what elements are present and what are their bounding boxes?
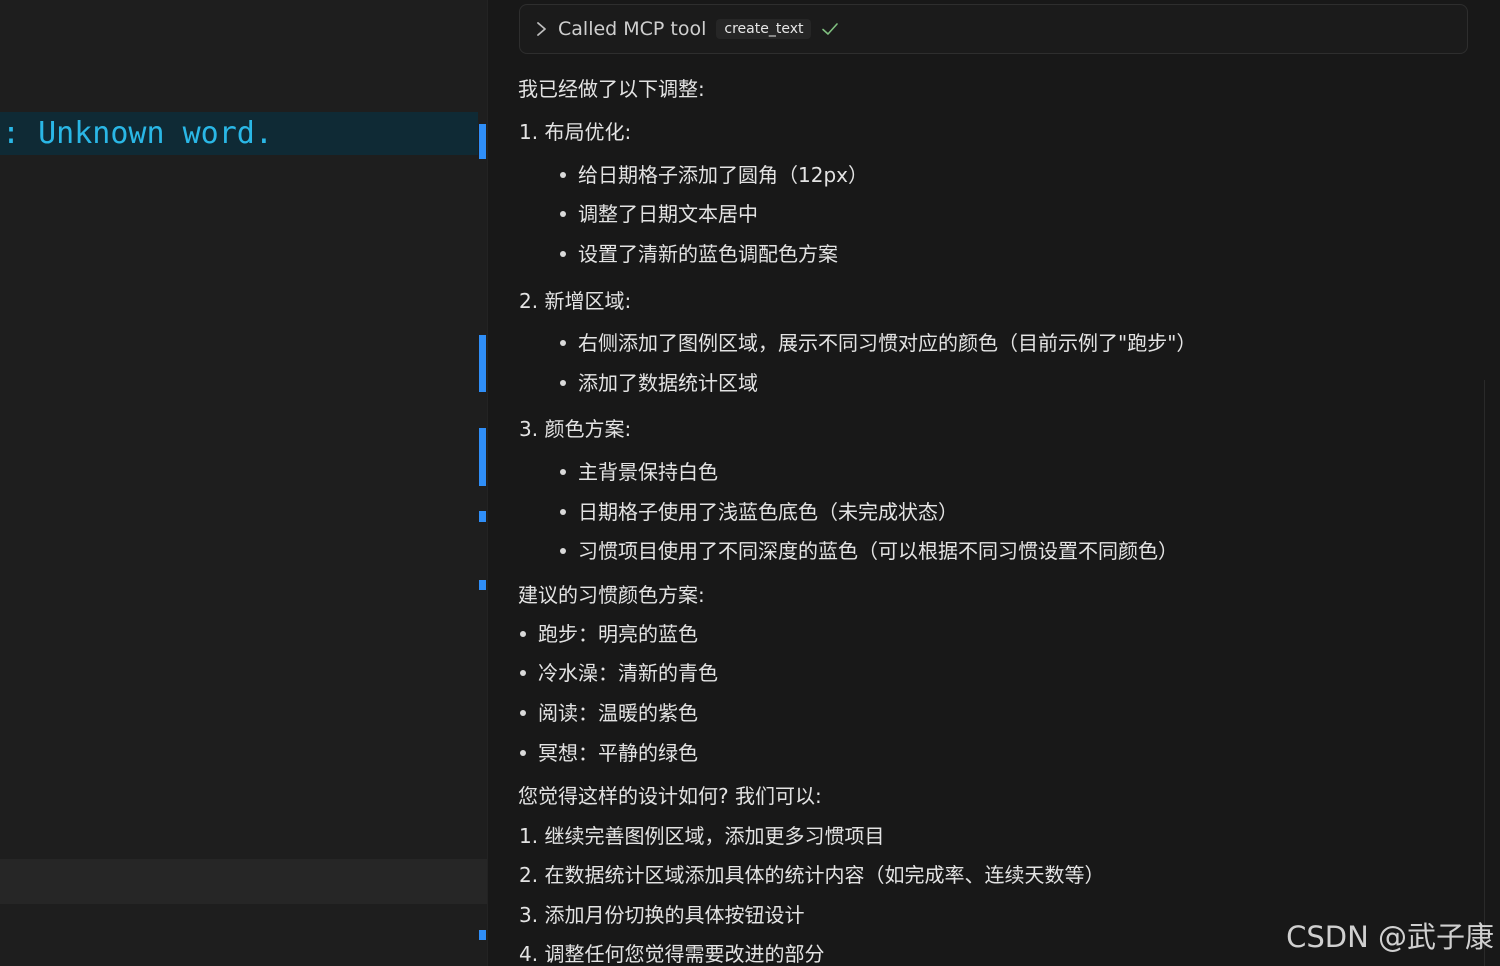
- section-title: 1. 布局优化:: [519, 120, 632, 144]
- suggestion-heading: 建议的习惯颜色方案:: [518, 583, 705, 607]
- bullet: [560, 250, 566, 257]
- gutter-change-marker[interactable]: [479, 580, 486, 590]
- list-item-text: 习惯项目使用了不同深度的蓝色（可以根据不同习惯设置不同颜色）: [578, 539, 1178, 563]
- list-item: 冷水澡：清新的青色: [520, 659, 718, 687]
- bullet: [560, 339, 566, 346]
- scrollbar[interactable]: [1484, 380, 1485, 966]
- message-intro: 我已经做了以下调整:: [518, 77, 705, 101]
- editor-pane: : Unknown word.: [0, 0, 487, 966]
- list-item-text: 给日期格子添加了圆角（12px）: [578, 163, 868, 187]
- tool-name-badge: create_text: [716, 19, 812, 39]
- list-item-text: 主背景保持白色: [578, 460, 718, 484]
- bullet: [520, 669, 526, 676]
- gutter-change-marker[interactable]: [479, 428, 486, 486]
- mcp-tool-call-row[interactable]: Called MCP tool create_text: [519, 4, 1468, 54]
- diagnostic-line[interactable]: : Unknown word.: [0, 112, 478, 155]
- bullet: [520, 709, 526, 716]
- question-text: 您觉得这样的设计如何? 我们可以:: [518, 784, 822, 808]
- bullet: [560, 547, 566, 554]
- list-item: 阅读：温暖的紫色: [520, 699, 698, 727]
- bullet: [560, 210, 566, 217]
- option-item: 2. 在数据统计区域添加具体的统计内容（如完成率、连续天数等）: [519, 863, 1105, 887]
- list-item-text: 冥想：平静的绿色: [538, 741, 698, 765]
- tool-call-label: Called MCP tool: [558, 18, 707, 40]
- check-icon: [822, 23, 839, 35]
- list-item-text: 冷水澡：清新的青色: [538, 661, 718, 685]
- list-item-text: 右侧添加了图例区域，展示不同习惯对应的颜色（目前示例了"跑步"）: [578, 331, 1197, 355]
- list-item-text: 跑步：明亮的蓝色: [538, 622, 698, 646]
- list-item: 冥想：平静的绿色: [520, 739, 698, 767]
- diagnostic-message: : Unknown word.: [2, 116, 273, 151]
- watermark: CSDN @武子康: [1286, 920, 1494, 954]
- current-line-highlight: [0, 859, 487, 904]
- bullet: [560, 508, 566, 515]
- bullet: [520, 630, 526, 637]
- list-item: 日期格子使用了浅蓝色底色（未完成状态）: [560, 498, 958, 526]
- gutter-change-marker[interactable]: [479, 511, 486, 522]
- list-item: 跑步：明亮的蓝色: [520, 620, 698, 648]
- gutter-change-marker[interactable]: [479, 124, 486, 159]
- chat-panel: Called MCP tool create_text 我已经做了以下调整: 1…: [488, 0, 1500, 966]
- bullet: [560, 468, 566, 475]
- list-item: 习惯项目使用了不同深度的蓝色（可以根据不同习惯设置不同颜色）: [560, 537, 1178, 565]
- option-item: 4. 调整任何您觉得需要改进的部分: [519, 942, 825, 966]
- option-item: 1. 继续完善图例区域，添加更多习惯项目: [519, 824, 885, 848]
- list-item-text: 设置了清新的蓝色调配色方案: [578, 242, 838, 266]
- list-item: 给日期格子添加了圆角（12px）: [560, 161, 868, 189]
- bullet: [560, 379, 566, 386]
- gutter-change-marker[interactable]: [479, 335, 486, 392]
- list-item: 添加了数据统计区域: [560, 369, 758, 397]
- list-item: 调整了日期文本居中: [560, 200, 758, 228]
- section-title: 2. 新增区域:: [519, 289, 632, 313]
- list-item: 主背景保持白色: [560, 458, 718, 486]
- bullet: [520, 749, 526, 756]
- section-title: 3. 颜色方案:: [519, 417, 632, 441]
- option-item: 3. 添加月份切换的具体按钮设计: [519, 903, 805, 927]
- list-item-text: 阅读：温暖的紫色: [538, 701, 698, 725]
- list-item-text: 添加了数据统计区域: [578, 371, 758, 395]
- gutter-change-marker[interactable]: [479, 930, 486, 940]
- chevron-right-icon[interactable]: [534, 18, 550, 40]
- list-item-text: 调整了日期文本居中: [578, 202, 758, 226]
- list-item: 设置了清新的蓝色调配色方案: [560, 240, 838, 268]
- bullet: [560, 171, 566, 178]
- list-item: 右侧添加了图例区域，展示不同习惯对应的颜色（目前示例了"跑步"）: [560, 329, 1196, 357]
- list-item-text: 日期格子使用了浅蓝色底色（未完成状态）: [578, 500, 958, 524]
